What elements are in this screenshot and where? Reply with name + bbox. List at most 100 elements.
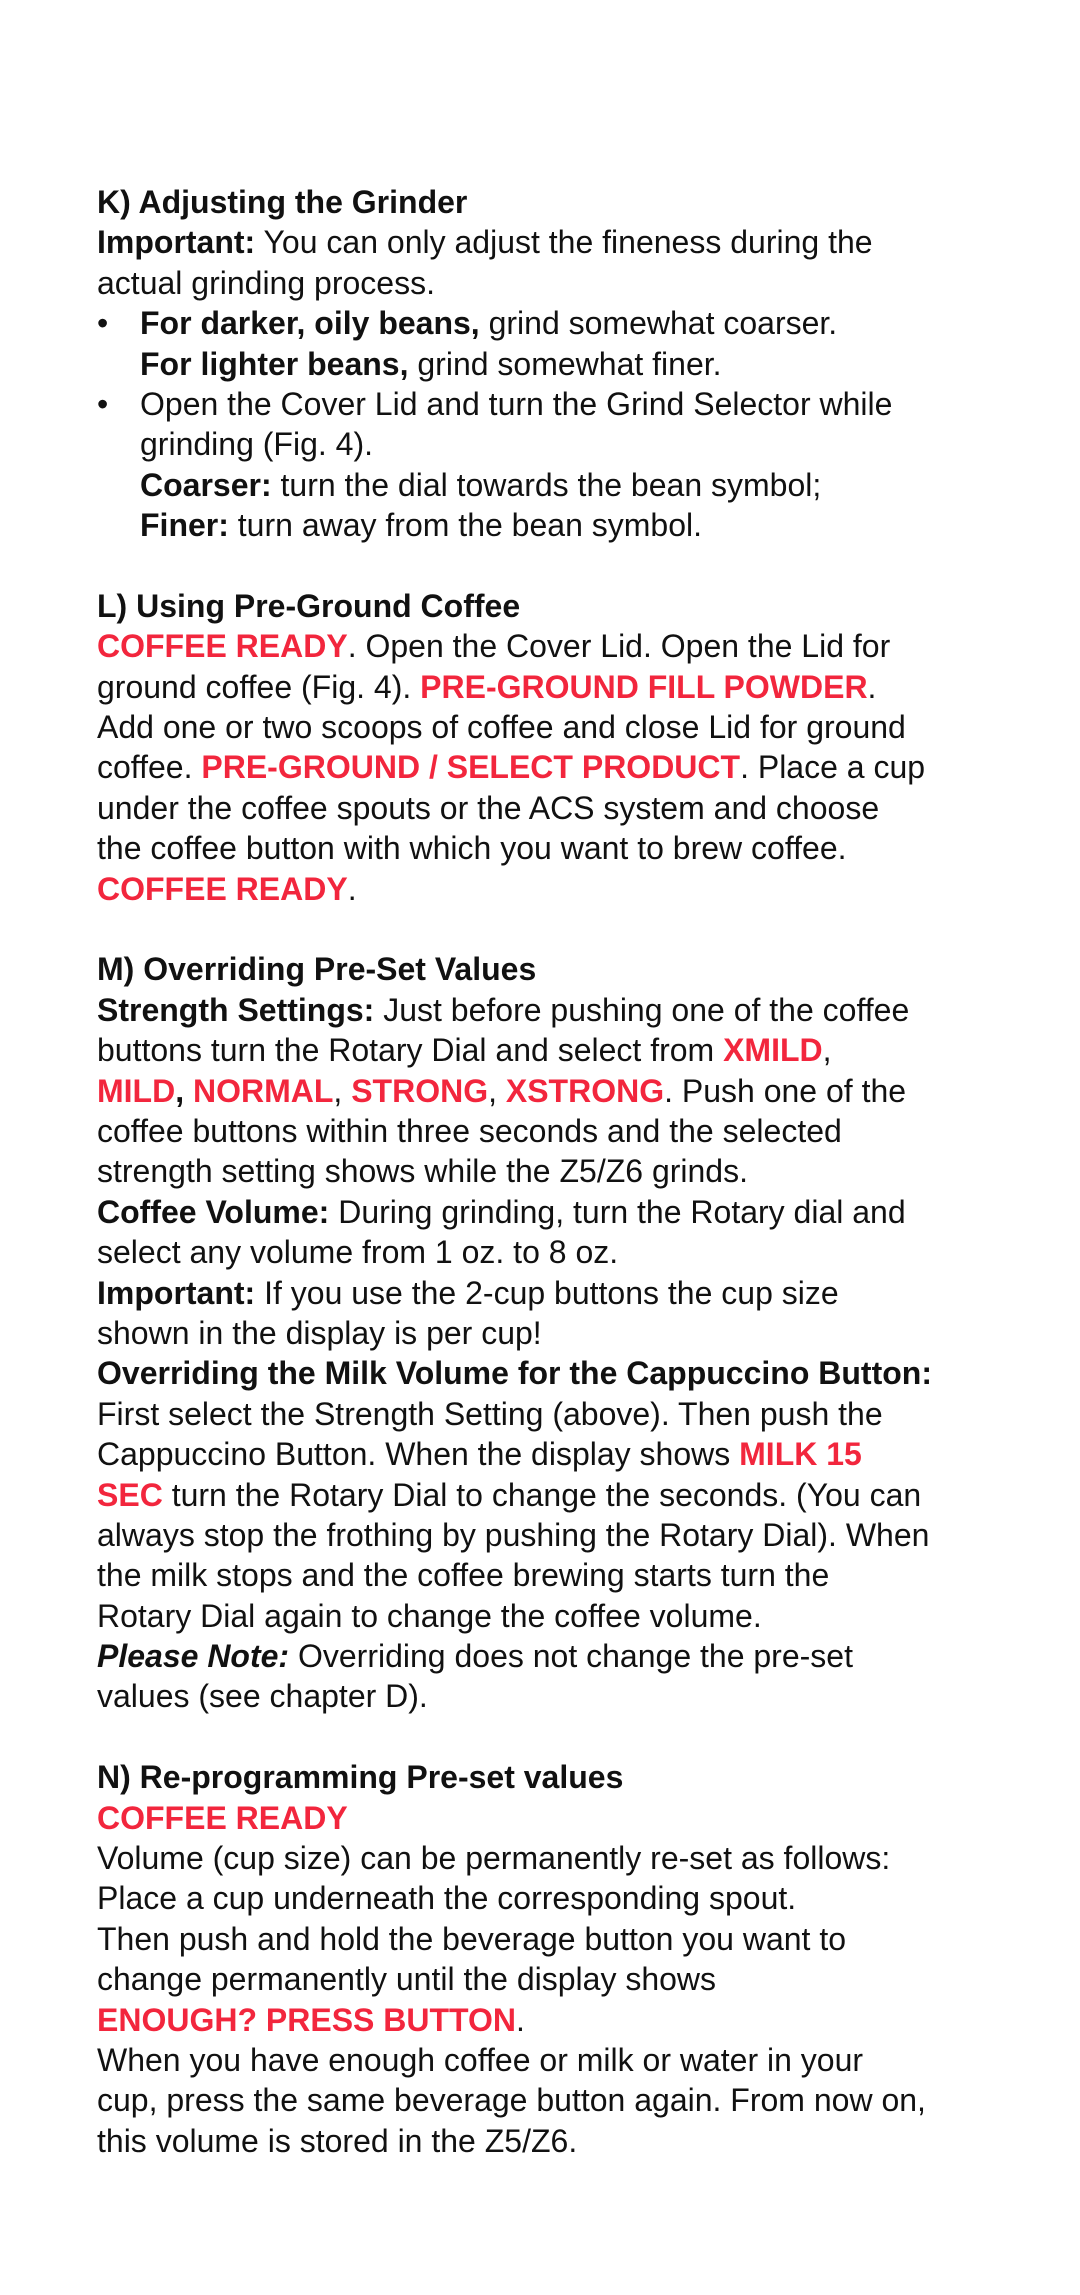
- section-k: K) Adjusting the Grinder Important: You c…: [97, 182, 997, 546]
- body-text: Add one or two scoops of coffee and clos…: [97, 709, 906, 746]
- body-text: Place a cup underneath the corresponding…: [97, 1880, 797, 1917]
- display-message: PRE-GROUND / SELECT PRODUCT: [201, 749, 741, 786]
- display-message: SEC: [97, 1476, 163, 1513]
- body-text: .: [347, 870, 357, 907]
- body-text: If you use the 2-cup buttons the cup siz…: [255, 1274, 839, 1311]
- text-line: Then push and hold the beverage button y…: [97, 1919, 997, 1959]
- display-message: ENOUGH? PRESS BUTTON: [97, 2001, 516, 2038]
- bold-label: K) Adjusting the Grinder: [97, 184, 468, 220]
- body-text: under the coffee spouts or the ACS syste…: [97, 789, 880, 826]
- body-text: ground coffee (Fig. 4).: [97, 668, 421, 705]
- text-line: actual grinding process.: [97, 263, 997, 303]
- bold-label: Strength Settings:: [97, 991, 375, 1028]
- body-text: this volume is stored in the Z5/Z6.: [97, 2122, 578, 2159]
- bold-label: For lighter beans,: [140, 345, 409, 382]
- text-line: values (see chapter D).: [97, 1676, 997, 1716]
- section-m: M) Overriding Pre-Set Values Strength Set…: [97, 949, 997, 1716]
- bold-label: Coffee Volume:: [97, 1193, 330, 1230]
- text-line: select any volume from 1 oz. to 8 oz.: [97, 1232, 997, 1272]
- text-line: COFFEE READY.: [97, 869, 997, 909]
- text-line: change permanently until the display sho…: [97, 1959, 997, 1999]
- body-text: shown in the display is per cup!: [97, 1314, 542, 1351]
- body-text: select any volume from 1 oz. to 8 oz.: [97, 1234, 619, 1271]
- body-text: always stop the frothing by pushing the …: [97, 1516, 930, 1553]
- body-text: Overriding does not change the pre-set: [289, 1638, 853, 1675]
- section-heading: K) Adjusting the Grinder: [97, 182, 997, 222]
- body-text: buttons turn the Rotary Dial and select …: [97, 1032, 724, 1069]
- text-line: Add one or two scoops of coffee and clos…: [97, 707, 997, 747]
- text-line: coffee buttons within three seconds and …: [97, 1111, 997, 1151]
- body-text: . Open the Cover Lid. Open the Lid for: [347, 628, 891, 665]
- body-text: turn the Rotary Dial to change the secon…: [162, 1476, 922, 1513]
- body-text: grinding (Fig. 4).: [140, 426, 373, 463]
- text-line: When you have enough coffee or milk or w…: [97, 2040, 997, 2080]
- text-line: buttons turn the Rotary Dial and select …: [97, 1030, 997, 1070]
- bold-label: Overriding the Milk Volume for the Cappu…: [97, 1355, 932, 1392]
- text-line: Volume (cup size) can be permanently re-…: [97, 1838, 997, 1878]
- body-text: cup, press the same beverage button agai…: [97, 2082, 926, 2119]
- text-line: Cappuccino Button. When the display show…: [97, 1434, 997, 1474]
- display-message: XSTRONG: [505, 1072, 665, 1109]
- bold-label: N) Re-programming Pre-set values: [97, 1759, 624, 1796]
- text-line: grinding (Fig. 4).: [97, 424, 997, 464]
- bullet-icon: •: [97, 385, 109, 422]
- bullet-item: • For darker, oily beans, grind somewhat …: [97, 303, 997, 343]
- section-l: L) Using Pre-Ground Coffee COFFEE READY. …: [97, 586, 997, 909]
- text-line: shown in the display is per cup!: [97, 1313, 997, 1353]
- text-line: Place a cup underneath the corresponding…: [97, 1878, 997, 1918]
- body-text: grind somewhat finer.: [408, 345, 722, 382]
- text-line: COFFEE READY. Open the Cover Lid. Open t…: [97, 626, 997, 666]
- section-heading: N) Re-programming Pre-set values: [97, 1757, 997, 1797]
- text-line: COFFEE READY: [97, 1798, 997, 1838]
- display-message: PRE-GROUND FILL POWDER: [420, 668, 868, 705]
- text-line: Important: If you use the 2-cup buttons …: [97, 1273, 997, 1313]
- display-message: XMILD: [723, 1032, 823, 1069]
- body-text: Then push and hold the beverage button y…: [97, 1920, 846, 1957]
- body-text: Rotary Dial again to change the coffee v…: [97, 1597, 762, 1634]
- body-text: ,: [822, 1032, 832, 1069]
- body-text: change permanently until the display sho…: [97, 1961, 717, 1998]
- body-text: values (see chapter D).: [97, 1678, 428, 1715]
- text-line: Overriding the Milk Volume for the Cappu…: [97, 1353, 997, 1393]
- display-message: STRONG: [351, 1072, 489, 1109]
- text-line: Strength Settings: Just before pushing o…: [97, 990, 997, 1030]
- body-text: [184, 1073, 193, 1109]
- display-message: COFFEE READY: [97, 628, 348, 665]
- display-message: MILD: [97, 1072, 176, 1109]
- text-line: Finer: turn away from the bean symbol.: [97, 505, 997, 545]
- bold-label: Important:: [97, 1274, 256, 1311]
- bold-label: For darker, oily beans,: [140, 305, 480, 342]
- body-text: . Push one of the: [664, 1072, 907, 1109]
- text-line: MILD, NORMAL, STRONG, XSTRONG. Push one …: [97, 1071, 997, 1111]
- bullet-item: • Open the Cover Lid and turn the Grind S…: [97, 384, 997, 424]
- body-text: . Place a cup: [740, 749, 926, 786]
- body-text: First select the Strength Setting (above…: [97, 1395, 883, 1432]
- section-heading: M) Overriding Pre-Set Values: [97, 949, 997, 989]
- body-text: coffee.: [97, 749, 202, 786]
- section-n: N) Re-programming Pre-set values COFFEE R…: [97, 1757, 997, 2161]
- bold-label: L) Using Pre-Ground Coffee: [97, 587, 521, 624]
- bold-label: ,: [175, 1072, 185, 1109]
- body-text: actual grinding process.: [97, 264, 435, 301]
- body-text: turn the dial towards the bean symbol;: [271, 466, 822, 503]
- text-line: cup, press the same beverage button agai…: [97, 2080, 997, 2120]
- text-line: SEC turn the Rotary Dial to change the s…: [97, 1475, 997, 1515]
- display-message: NORMAL: [192, 1072, 334, 1109]
- display-message: MILK 15: [739, 1436, 862, 1473]
- body-text: During grinding, turn the Rotary dial an…: [329, 1193, 906, 1230]
- text-line: Rotary Dial again to change the coffee v…: [97, 1596, 997, 1636]
- text-line: coffee. PRE-GROUND / SELECT PRODUCT. Pla…: [97, 747, 997, 787]
- bold-label: Finer:: [140, 507, 229, 544]
- text-line: First select the Strength Setting (above…: [97, 1394, 997, 1434]
- display-message: COFFEE READY: [97, 1799, 348, 1836]
- body-text: Cappuccino Button. When the display show…: [97, 1436, 740, 1473]
- text-line: under the coffee spouts or the ACS syste…: [97, 788, 997, 828]
- display-message: COFFEE READY: [97, 870, 348, 907]
- body-text: ,: [333, 1072, 352, 1109]
- note-label: Please Note:: [97, 1638, 290, 1675]
- body-text: the coffee button with which you want to…: [97, 830, 847, 867]
- body-text: Just before pushing one of the coffee: [374, 991, 910, 1028]
- body-text: grind somewhat coarser.: [479, 305, 838, 342]
